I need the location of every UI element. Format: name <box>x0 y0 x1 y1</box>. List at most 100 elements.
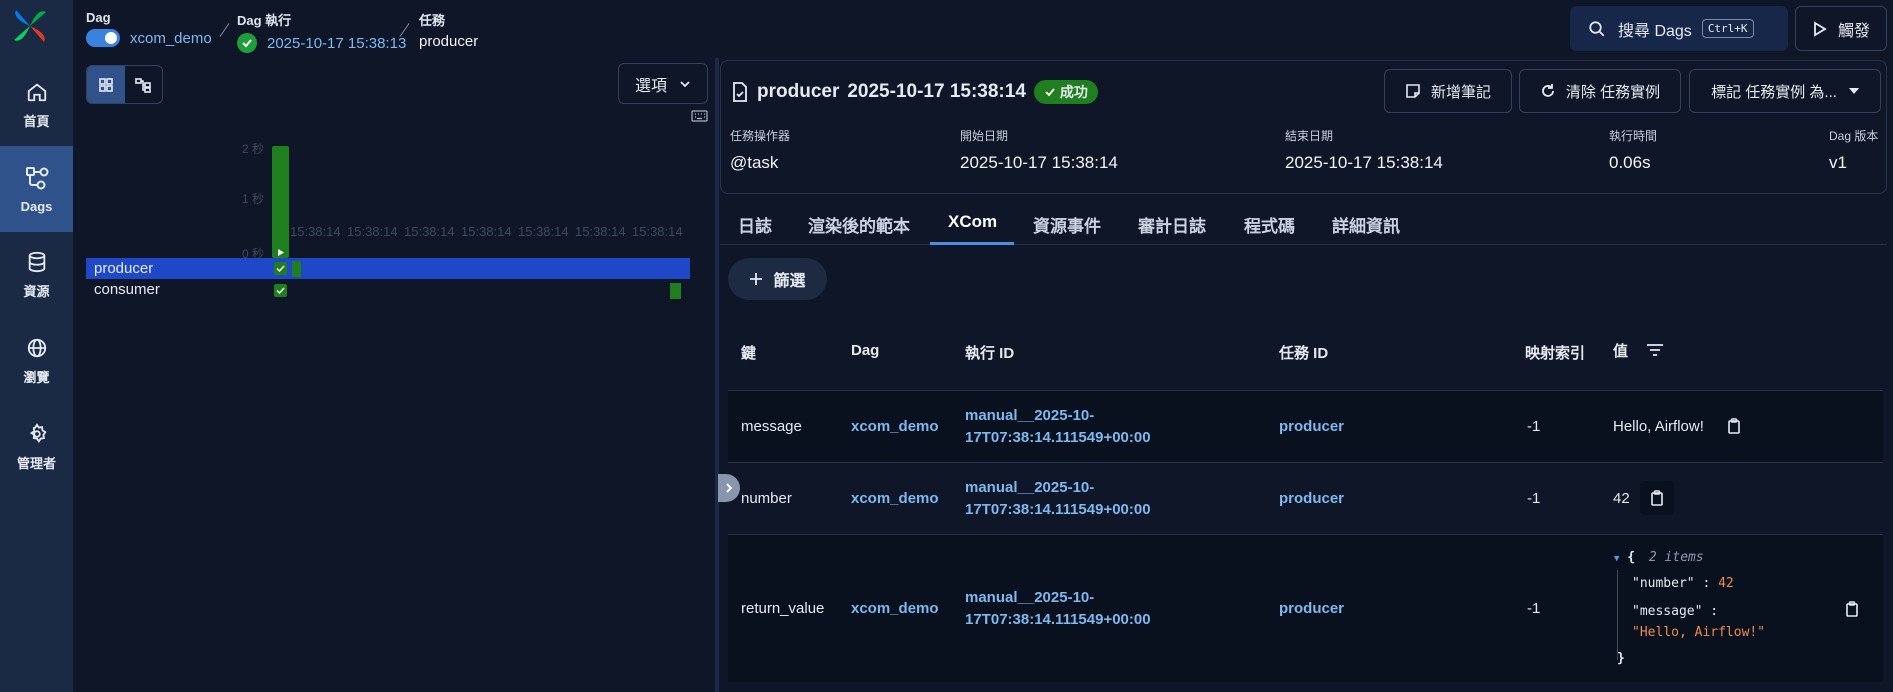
filter-button[interactable]: 篩選 <box>728 258 827 300</box>
keyboard-icon[interactable] <box>691 109 708 123</box>
json-count: 2 items <box>1648 550 1704 565</box>
cell-key: message <box>741 418 802 435</box>
options-dropdown[interactable]: 選項 <box>618 63 708 104</box>
breadcrumb-task: 任務 producer <box>419 10 478 50</box>
home-icon <box>27 83 46 101</box>
breadcrumb-dag-value[interactable]: xcom_demo <box>130 30 212 47</box>
col-value[interactable]: 值 <box>1613 340 1628 361</box>
run-id-line: manual__2025-10- <box>965 479 1095 496</box>
task-date: 2025-10-17 15:38:14 <box>847 81 1026 102</box>
meta-operator-label: 任務操作器 <box>730 129 791 143</box>
tab-logs[interactable]: 日誌 <box>738 212 772 237</box>
task-state-success[interactable] <box>274 284 287 297</box>
time-label: 15:38:14 <box>347 224 398 239</box>
grid-view-button[interactable] <box>87 66 125 103</box>
duration-bar[interactable] <box>272 146 289 258</box>
tab-xcom[interactable]: XCom <box>948 212 997 232</box>
breadcrumb-dag: Dag xcom_demo <box>86 10 212 47</box>
tab-audit-log[interactable]: 審計日誌 <box>1138 212 1206 237</box>
cell-task-id-link[interactable]: producer <box>1279 490 1344 507</box>
clear-task-button[interactable]: 清除 任務實例 <box>1519 69 1681 113</box>
run-id-line: 17T07:38:14.111549+00:00 <box>965 501 1151 518</box>
meta-version-label: Dag 版本 <box>1829 129 1879 143</box>
cell-dag-link[interactable]: xcom_demo <box>851 418 939 435</box>
airflow-logo[interactable] <box>10 6 50 46</box>
time-label: 15:38:14 <box>461 224 512 239</box>
copy-icon[interactable] <box>1727 418 1741 434</box>
nav-browse-label: 瀏覽 <box>23 369 50 385</box>
mark-task-dropdown[interactable]: 標記 任務實例 為... <box>1689 69 1881 113</box>
search-dags-button[interactable]: 搜尋 Dags Ctrl+K <box>1570 6 1788 51</box>
tab-asset-events[interactable]: 資源事件 <box>1033 212 1101 237</box>
search-label: 搜尋 Dags <box>1618 22 1692 40</box>
nav-admin[interactable]: 管理者 <box>0 404 73 490</box>
task-row-producer[interactable]: producer <box>86 258 690 279</box>
check-icon <box>1045 88 1055 97</box>
database-icon <box>28 251 45 272</box>
nav-browse[interactable]: 瀏覽 <box>0 318 73 404</box>
dag-pause-toggle[interactable] <box>86 29 120 47</box>
cell-run-id-link[interactable]: manual__2025-10- 17T07:38:14.111549+00:0… <box>965 477 1151 521</box>
col-key[interactable]: 鍵 <box>741 342 756 363</box>
cell-key: number <box>741 490 792 507</box>
side-nav: 首頁 Dags 資源 瀏覽 管理者 <box>0 0 73 692</box>
trigger-button[interactable]: 觸發 <box>1795 6 1887 51</box>
filter-lines-icon[interactable] <box>1646 343 1664 357</box>
time-label: 15:38:14 <box>404 224 455 239</box>
panel-divider[interactable] <box>715 58 719 692</box>
breadcrumb-run: Dag 執行 2025-10-17 15:38:13 <box>237 10 406 53</box>
tab-details[interactable]: 詳細資訊 <box>1332 212 1400 237</box>
copy-button[interactable] <box>1640 481 1674 515</box>
success-check-icon <box>237 33 257 53</box>
json-brace-open: { <box>1627 550 1636 565</box>
copy-icon[interactable] <box>1845 601 1859 617</box>
cell-map-index: -1 <box>1527 490 1541 507</box>
run-id-line: 17T07:38:14.111549+00:00 <box>965 611 1151 628</box>
task-row-consumer[interactable]: consumer <box>86 279 690 300</box>
time-label: 15:38:14 <box>290 224 341 239</box>
nav-dags[interactable]: Dags <box>0 146 73 232</box>
duration-tick: 1 秒 <box>242 192 265 206</box>
col-task-id[interactable]: 任務 ID <box>1279 342 1328 363</box>
json-collapse-toggle[interactable]: ▼ <box>1614 554 1619 564</box>
cell-value: Hello, Airflow! <box>1613 418 1704 435</box>
cell-map-index: -1 <box>1527 418 1541 435</box>
time-label: 15:38:14 <box>575 224 626 239</box>
file-icon <box>733 82 747 102</box>
breadcrumb-run-label: Dag 執行 <box>237 13 292 28</box>
nav-home[interactable]: 首頁 <box>0 62 73 148</box>
breadcrumb-run-value[interactable]: 2025-10-17 15:38:13 <box>267 35 406 52</box>
task-state-success[interactable] <box>274 262 287 275</box>
caret-down-icon <box>1848 88 1859 94</box>
cell-task-id-link[interactable]: producer <box>1279 600 1344 617</box>
airflow-app: 首頁 Dags 資源 瀏覽 管理者 Dag xcom_demo Dag 執行 2… <box>0 0 1893 692</box>
meta-start-value: 2025-10-17 15:38:14 <box>960 153 1118 172</box>
active-tab-indicator <box>930 242 1014 245</box>
nav-assets[interactable]: 資源 <box>0 232 73 318</box>
gantt-bar[interactable] <box>292 261 301 277</box>
breadcrumb-task-value: producer <box>419 33 479 50</box>
graph-view-button[interactable] <box>125 66 163 103</box>
gantt-bar[interactable] <box>670 283 681 299</box>
add-note-button[interactable]: 新增筆記 <box>1384 69 1512 113</box>
tab-rendered-templates[interactable]: 渲染後的範本 <box>808 212 910 237</box>
cell-dag-link[interactable]: xcom_demo <box>851 490 939 507</box>
cell-run-id-link[interactable]: manual__2025-10- 17T07:38:14.111549+00:0… <box>965 405 1151 449</box>
col-map-index[interactable]: 映射索引 <box>1525 342 1585 363</box>
col-run-id[interactable]: 執行 ID <box>965 342 1014 363</box>
meta-duration-label: 執行時間 <box>1609 129 1658 143</box>
cell-dag-link[interactable]: xcom_demo <box>851 600 939 617</box>
meta-end-value: 2025-10-17 15:38:14 <box>1285 153 1443 172</box>
json-value: "Hello, Airflow!" <box>1632 625 1766 640</box>
nav-home-label: 首頁 <box>23 113 50 129</box>
tab-code[interactable]: 程式碼 <box>1244 212 1295 237</box>
cell-task-id-link[interactable]: producer <box>1279 418 1344 435</box>
breadcrumb-run-link[interactable]: 2025-10-17 15:38:13 <box>237 33 406 53</box>
grid-icon <box>98 77 113 92</box>
dags-icon <box>25 166 48 189</box>
col-dag[interactable]: Dag <box>851 342 879 359</box>
filter-label: 篩選 <box>773 273 806 290</box>
json-indent-guide <box>1617 570 1618 660</box>
cell-run-id-link[interactable]: manual__2025-10- 17T07:38:14.111549+00:0… <box>965 587 1151 631</box>
breadcrumb-dag-link[interactable]: xcom_demo <box>86 29 212 47</box>
